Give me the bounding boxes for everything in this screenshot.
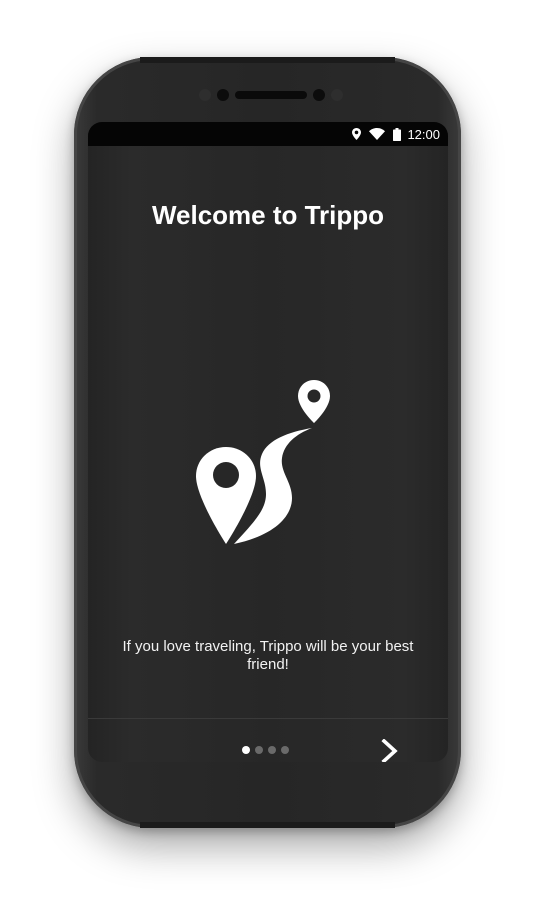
route-pins-icon (196, 372, 341, 547)
sensor-dot (199, 89, 211, 101)
status-bar: 12:00 (88, 122, 448, 146)
page-dot[interactable] (255, 746, 263, 754)
page-indicator (242, 746, 289, 754)
page-dot[interactable] (268, 746, 276, 754)
divider (88, 718, 448, 719)
page-dot[interactable] (281, 746, 289, 754)
page-dot-active[interactable] (242, 746, 250, 754)
chevron-right-icon (381, 739, 398, 762)
next-button[interactable] (374, 736, 406, 762)
welcome-subtitle: If you love traveling, Trippo will be yo… (122, 638, 414, 673)
status-time: 12:00 (407, 126, 440, 142)
front-camera (217, 89, 229, 101)
screen: 12:00 Welcome to Trippo If you love trav… (88, 122, 448, 762)
battery-icon (393, 127, 402, 141)
wifi-icon (369, 128, 386, 140)
earpiece-speaker (235, 91, 307, 99)
phone-bottom-edge (140, 822, 395, 828)
phone-top-edge (140, 57, 395, 63)
sensor-dot (331, 89, 343, 101)
location-icon (352, 128, 362, 140)
phone-frame: 12:00 Welcome to Trippo If you love trav… (74, 57, 461, 828)
earpiece-area (195, 88, 345, 102)
welcome-title: Welcome to Trippo (151, 200, 385, 230)
proximity-sensor (313, 89, 325, 101)
